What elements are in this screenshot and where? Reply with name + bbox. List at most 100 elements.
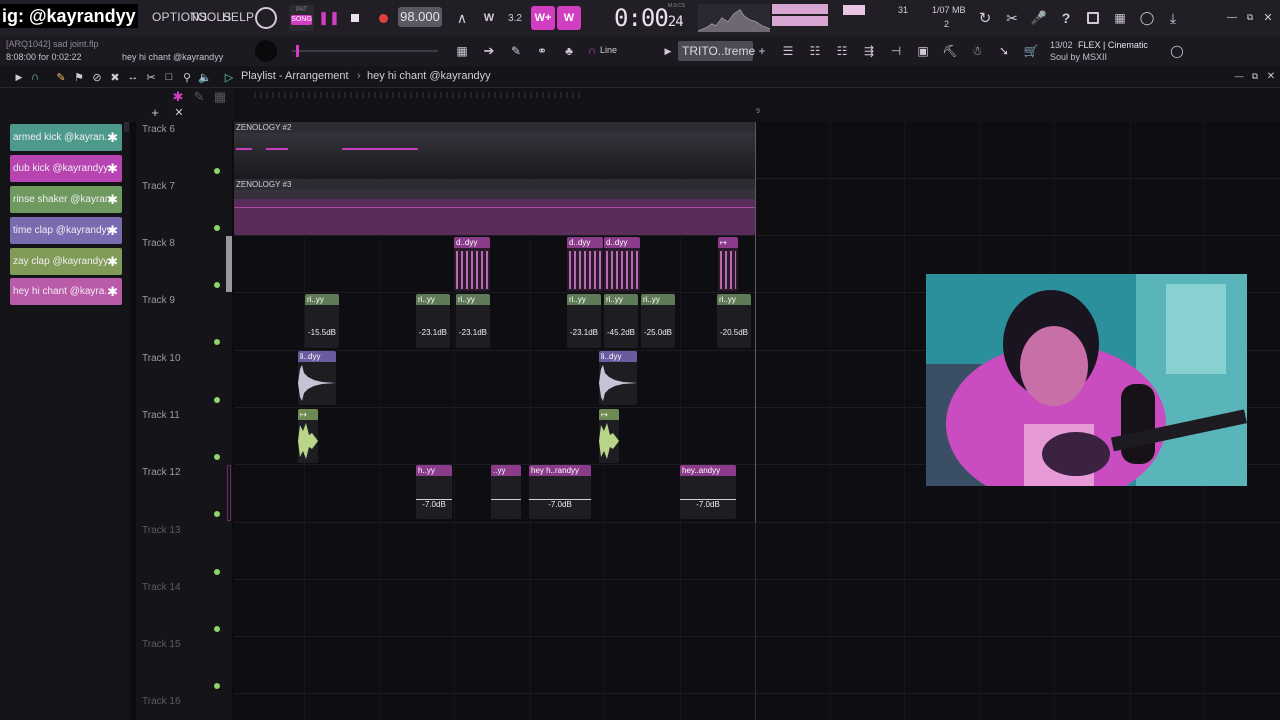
preset-display[interactable]: TRITO..treme <box>678 41 755 61</box>
window-close-icon[interactable]: ✕ <box>1264 69 1278 83</box>
globe-icon[interactable]: ◯ <box>1168 42 1186 60</box>
track-enable-dot[interactable] <box>214 511 220 517</box>
track-name[interactable]: Track 7 <box>142 181 175 192</box>
playlist-arrow-icon[interactable]: ▷ <box>222 69 236 85</box>
save-icon[interactable] <box>1083 8 1103 28</box>
wait-input-icon[interactable]: W <box>478 8 500 28</box>
track-enable-dot[interactable] <box>214 339 220 345</box>
metronome-icon[interactable]: ∧ <box>452 8 472 28</box>
tempo-tapper-icon[interactable]: ☃ <box>967 42 987 60</box>
help-icon[interactable]: ? <box>1056 8 1076 28</box>
channel-1[interactable]: dub kick @kayrandyy ✱ <box>10 155 122 182</box>
cut-icon[interactable]: ✂ <box>1002 8 1022 28</box>
pattern-clip[interactable]: d..dyy <box>567 237 603 291</box>
channel-3[interactable]: time clap @kayrandyy ✱ <box>10 217 122 244</box>
mixer-icon[interactable]: ☷ <box>832 42 852 60</box>
track-name[interactable]: Track 11 <box>142 410 180 421</box>
master-pitch-slider[interactable] <box>292 50 438 52</box>
snap-selector[interactable]: Line <box>600 45 658 59</box>
track-name[interactable]: Track 15 <box>142 639 181 650</box>
track-name[interactable]: Track 9 <box>142 295 175 306</box>
link-icon[interactable]: ⚭ <box>532 42 552 60</box>
magnet-icon[interactable]: ∩ <box>586 44 598 58</box>
pattern-selector-icon[interactable]: ✱ <box>170 89 186 104</box>
window-minimize-icon[interactable]: — <box>1232 69 1246 83</box>
audio-clip[interactable]: hey h..randyy -7.0dB <box>529 465 591 519</box>
stop-icon[interactable] <box>344 7 366 29</box>
audio-clip[interactable]: ri..yy -15.5dB <box>305 294 339 348</box>
piano-icon[interactable]: ▦ <box>452 42 472 60</box>
channel-rack-icon[interactable]: ☷ <box>805 42 825 60</box>
cart-icon[interactable]: 🛒 <box>1021 42 1041 60</box>
audio-clip[interactable]: ri..yy -23.1dB <box>567 294 601 348</box>
pat-song-switch[interactable]: PAT SONG <box>289 5 314 31</box>
arrow-right-icon[interactable]: ➔ <box>479 42 499 60</box>
track-enable-dot[interactable] <box>214 168 220 174</box>
preset-prev-icon[interactable]: ▶ <box>662 44 674 58</box>
paint-tool-icon[interactable]: ⚑ <box>72 69 86 85</box>
playlist-icon[interactable]: ☰ <box>778 42 798 60</box>
pause-icon[interactable]: ❚❚ <box>318 7 340 29</box>
play-toggle-icon[interactable]: ▶ <box>12 69 26 85</box>
audio-clip[interactable]: ri..yy -23.1dB <box>416 294 450 348</box>
playback-tool-icon[interactable]: 🔈 <box>198 69 212 85</box>
audio-clip[interactable]: li..dyy <box>298 351 336 405</box>
render-icon[interactable]: ▦ <box>1110 8 1130 28</box>
scroll-handle[interactable] <box>124 122 129 132</box>
channel-5[interactable]: hey hi chant @kayra.. ✱ <box>10 278 122 305</box>
patcher-icon[interactable]: ⇶ <box>859 42 879 60</box>
track-enable-dot[interactable] <box>214 454 220 460</box>
tempo-display[interactable]: 98.000 <box>398 7 442 27</box>
audio-clip[interactable]: ri..yy -45.2dB <box>604 294 638 348</box>
countdown-icon[interactable]: 3.2 <box>504 8 526 28</box>
slider-handle[interactable] <box>296 45 299 57</box>
track-enable-dot[interactable] <box>214 282 220 288</box>
breadcrumb-pattern[interactable]: hey hi chant @kayrandyy <box>367 70 491 82</box>
minimize-icon[interactable]: — <box>1225 10 1239 24</box>
pattern-clip[interactable]: d..dyy <box>454 237 490 291</box>
track-enable-dot[interactable] <box>214 225 220 231</box>
plugin-icon[interactable]: ⛏ <box>940 42 960 60</box>
timeline-ruler[interactable]: 9 <box>234 88 1280 122</box>
delete-tool-icon[interactable]: ⊘ <box>90 69 104 85</box>
select-tool-icon[interactable]: □ <box>162 69 176 85</box>
track-name[interactable]: Track 10 <box>142 353 181 364</box>
remove-track-icon[interactable]: ✕ <box>172 106 186 119</box>
audio-clip[interactable]: ri..yy -25.0dB <box>641 294 675 348</box>
pencil-tool-icon[interactable]: ✎ <box>506 42 526 60</box>
magnet-snap-icon[interactable]: ∩ <box>28 69 42 85</box>
channel-2[interactable]: rinse shaker @kayran.. ✱ <box>10 186 122 213</box>
track-enable-dot[interactable] <box>214 397 220 403</box>
mute-tool-icon[interactable]: ✖ <box>108 69 122 85</box>
download-icon[interactable]: ⤓ <box>1163 8 1183 28</box>
track-name[interactable]: Track 16 <box>142 696 181 707</box>
audio-clip[interactable]: ri..yy -23.1dB <box>456 294 490 348</box>
slip-tool-icon[interactable]: ↔ <box>126 69 140 85</box>
record-icon[interactable] <box>372 7 394 29</box>
menu-help[interactable]: HELP <box>222 10 254 24</box>
news-title[interactable]: FLEX | Cinematic <box>1078 40 1148 50</box>
draw-tool-icon[interactable]: ✎ <box>54 69 68 85</box>
channel-0[interactable]: armed kick @kayran.. ✱ <box>10 124 122 151</box>
add-preset-icon[interactable]: + <box>756 44 768 58</box>
step-edit-icon[interactable]: W+ <box>531 6 555 30</box>
pencil-ruler-icon[interactable]: ✎ <box>192 89 206 104</box>
audio-clip[interactable]: li..dyy <box>599 351 637 405</box>
breadcrumb-playlist[interactable]: Playlist - Arrangement <box>241 70 349 82</box>
audio-clip[interactable]: h..yy -7.0dB <box>416 465 452 519</box>
browser-icon[interactable]: ▣ <box>913 42 933 60</box>
brush-icon[interactable]: ➘ <box>994 42 1014 60</box>
piano-ruler-icon[interactable]: ▦ <box>213 89 227 104</box>
track-name[interactable]: Track 14 <box>142 582 181 593</box>
pitch-knob[interactable] <box>255 40 277 62</box>
audio-clip[interactable]: ↦ <box>298 409 318 463</box>
slice-tool-icon[interactable]: ✂ <box>144 69 158 85</box>
pattern-clip[interactable]: d..dyy <box>604 237 640 291</box>
track-name[interactable]: Track 8 <box>142 238 175 249</box>
zoom-tool-icon[interactable]: ⚲ <box>180 69 194 85</box>
blend-notes-icon[interactable]: W <box>557 6 581 30</box>
pattern-clip[interactable]: ↦ <box>718 237 738 291</box>
close-icon[interactable]: ✕ <box>1261 10 1275 24</box>
automation-clip[interactable]: ZENOLOGY #3 <box>234 179 755 235</box>
track-enable-dot[interactable] <box>214 569 220 575</box>
